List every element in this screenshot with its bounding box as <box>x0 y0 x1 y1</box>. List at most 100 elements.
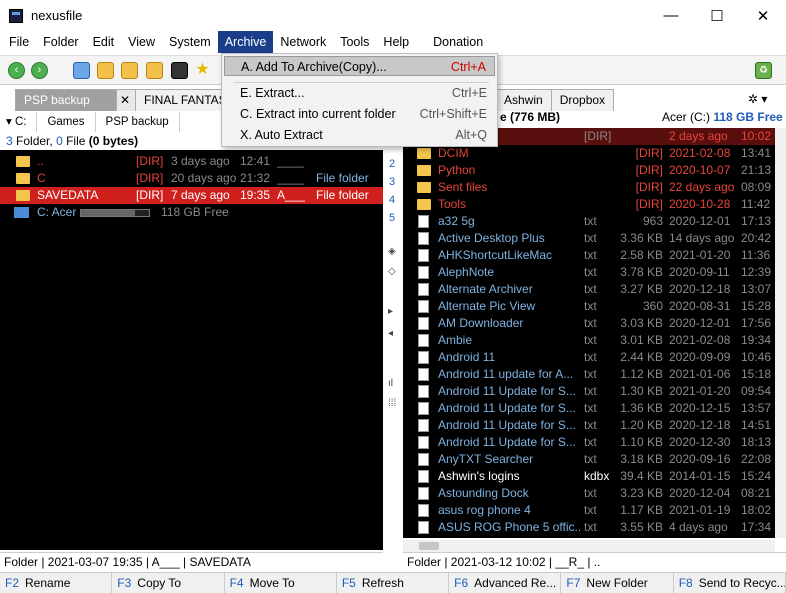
file-icon <box>418 470 429 483</box>
breadcrumb-psp-backup[interactable]: PSP backup <box>96 112 180 132</box>
file-row[interactable]: ASUS ROG Phone 5 offic... txt 3.55 KB 4 day… <box>403 519 775 536</box>
copy-folder-icon[interactable] <box>121 62 138 79</box>
tab-close-icon[interactable]: ✕ <box>116 89 136 111</box>
star-icon[interactable]: ★ <box>194 62 211 79</box>
arrow-left-icon[interactable]: ◂ <box>388 328 393 339</box>
sync-icon[interactable]: ◈ <box>388 246 396 257</box>
file-row[interactable]: AM Downloader txt 3.03 KB 2020-12-01 17:56 <box>403 315 775 332</box>
minimize-button[interactable]: — <box>648 0 694 31</box>
f7-new-folder-button[interactable]: F7 New Folder <box>561 573 674 593</box>
right-horizontal-scrollbar[interactable] <box>403 540 775 552</box>
menu-auto-extract[interactable]: X. Auto Extract Alt+Q <box>224 125 495 145</box>
bookmark-3[interactable]: 3 <box>389 176 395 188</box>
menu-view[interactable]: View <box>121 31 162 53</box>
file-row[interactable]: Android 11 Update for S... txt 1.36 KB 2020… <box>403 400 775 417</box>
menu-system[interactable]: System <box>162 31 218 53</box>
file-row[interactable]: Android 11 Update for S... txt 1.20 KB 2020… <box>403 417 775 434</box>
f2-rename-button[interactable]: F2 Rename <box>0 573 113 593</box>
folder-row[interactable]: Sent files [DIR] 22 days ago 08:09 <box>403 179 775 196</box>
close-button[interactable]: ✕ <box>740 0 786 31</box>
file-row[interactable]: Android 11 update for A... txt 1.12 KB 2021… <box>403 366 775 383</box>
table-row[interactable]: SAVEDATA [DIR] 7 days ago 19:35 A___ File fol… <box>0 187 383 204</box>
grip-icon[interactable]: ⁞⁞⁞ <box>388 398 396 409</box>
right-vertical-scrollbar[interactable] <box>775 128 786 538</box>
tab-final-fantasy[interactable]: FINAL FANTASY <box>135 89 235 111</box>
maximize-button[interactable]: ☐ <box>694 0 740 31</box>
menu-tools[interactable]: Tools <box>333 31 376 53</box>
archive-icon[interactable]: ♻ <box>755 62 772 79</box>
file-icon <box>418 266 429 279</box>
file-row[interactable]: AlephNote txt 3.78 KB 2020-09-11 12:39 <box>403 264 775 281</box>
file-row[interactable]: Alternate Pic View txt 360 2020-08-31 15:28 <box>403 298 775 315</box>
table-row[interactable]: C [DIR] 20 days ago 21:32 ____ File folder <box>0 170 383 187</box>
file-row[interactable]: a32 5g txt 963 2020-12-01 17:13 <box>403 213 775 230</box>
f5-refresh-button[interactable]: F5 Refresh <box>337 573 450 593</box>
compare-icon[interactable]: ◇ <box>388 266 396 277</box>
move-folder-icon[interactable] <box>146 62 163 79</box>
table-row[interactable]: .. [DIR] 3 days ago 12:41 ____ <box>0 153 383 170</box>
file-icon <box>418 385 429 398</box>
f3-copy-button[interactable]: F3 Copy To <box>112 573 225 593</box>
f6-advanced-rename-button[interactable]: F6 Advanced Re... <box>449 573 562 593</box>
drive-row[interactable]: C: Acer 118 GB Free <box>0 204 383 221</box>
menu-archive[interactable]: Archive <box>217 31 274 53</box>
bookmark-2[interactable]: 2 <box>389 158 395 170</box>
menu-extract[interactable]: E. Extract... Ctrl+E <box>224 83 495 103</box>
file-row[interactable]: Ashwin's logins kdbx 39.4 KB 2014-01-15 15:2… <box>403 468 775 485</box>
back-icon[interactable]: ‹ <box>8 62 25 79</box>
breadcrumb-drive[interactable]: ▾ C: <box>0 112 38 132</box>
f8-recycle-button[interactable]: F8 Send to Recyc... <box>674 573 786 593</box>
folder-icon[interactable] <box>97 62 114 79</box>
file-icon <box>418 317 429 330</box>
file-icon <box>418 436 429 449</box>
menu-donation[interactable]: Donation <box>426 31 490 53</box>
folder-icon <box>417 148 431 159</box>
folder-icon <box>417 199 431 210</box>
folder-row[interactable]: DCIM [DIR] 2021-02-08 13:41 <box>403 145 775 162</box>
file-row[interactable]: Active Desktop Plus txt 3.36 KB 14 days ago… <box>403 230 775 247</box>
menu-help[interactable]: Help <box>376 31 416 53</box>
file-row[interactable]: Android 11 txt 2.44 KB 2020-09-09 10:46 <box>403 349 775 366</box>
right-tabs: Ashwin Dropbox <box>495 88 615 111</box>
arrow-right-icon[interactable]: ▸ <box>388 306 393 317</box>
file-row[interactable]: Ambie txt 3.01 KB 2021-02-08 19:34 <box>403 332 775 349</box>
file-icon <box>418 232 429 245</box>
bookmark-5[interactable]: 5 <box>389 212 395 224</box>
menu-folder[interactable]: Folder <box>36 31 85 53</box>
file-row[interactable]: Alternate Archiver txt 3.27 KB 2020-12-18 13… <box>403 281 775 298</box>
file-icon <box>418 504 429 517</box>
file-row[interactable]: asus rog phone 4 txt 1.17 KB 2021-01-19 18:0… <box>403 502 775 519</box>
folder-row[interactable]: Python [DIR] 2020-10-07 21:13 <box>403 162 775 179</box>
folder-row[interactable]: Tools [DIR] 2020-10-28 11:42 <box>403 196 775 213</box>
panel-options-icon[interactable]: ✲ ▾ <box>748 92 767 106</box>
refresh-icon[interactable] <box>73 62 90 79</box>
file-row[interactable]: Android 11 Update for S... txt 1.30 KB 2021… <box>403 383 775 400</box>
file-icon <box>418 453 429 466</box>
terminal-icon[interactable] <box>171 62 188 79</box>
breadcrumb-games[interactable]: Games <box>37 112 96 132</box>
file-icon <box>418 419 429 432</box>
file-row[interactable]: Astounding Dock txt 3.23 KB 2020-12-04 08:21 <box>403 485 775 502</box>
function-key-bar: F2 Rename F3 Copy To F4 Move To F5 Refresh F… <box>0 572 786 593</box>
right-file-list[interactable]: [DIR] 2 days ago 10:02 DCIM [DIR] 2021-02-08 1… <box>403 128 775 538</box>
file-row[interactable]: Android 11 Update for S... txt 1.10 KB 2020… <box>403 434 775 451</box>
tab-psp-backup[interactable]: PSP backup <box>15 89 117 111</box>
forward-icon[interactable]: › <box>31 62 48 79</box>
menu-extract-current[interactable]: C. Extract into current folder Ctrl+Shif… <box>224 104 495 124</box>
menu-add-to-archive[interactable]: A. Add To Archive(Copy)... Ctrl+A <box>224 56 495 76</box>
window-title: nexusfile <box>31 8 83 23</box>
folder-icon <box>417 165 431 176</box>
menu-file[interactable]: File <box>2 31 36 53</box>
menu-edit[interactable]: Edit <box>86 31 122 53</box>
left-file-list[interactable]: .. [DIR] 3 days ago 12:41 ____ C [DIR] 20 days … <box>0 150 383 550</box>
right-folder-size: e (776 MB) <box>500 110 561 124</box>
tab-dropbox[interactable]: Dropbox <box>550 89 615 111</box>
folder-icon <box>16 173 30 184</box>
file-row[interactable]: AHKShortcutLikeMac txt 2.58 KB 2021-01-20 11… <box>403 247 775 264</box>
menu-network[interactable]: Network <box>273 31 333 53</box>
file-row[interactable]: AnyTXT Searcher txt 3.18 KB 2020-09-16 22:08 <box>403 451 775 468</box>
bookmark-4[interactable]: 4 <box>389 194 395 206</box>
chart-icon[interactable]: ıl <box>388 378 393 389</box>
tab-ashwin[interactable]: Ashwin <box>495 89 552 111</box>
f4-move-button[interactable]: F4 Move To <box>225 573 337 593</box>
